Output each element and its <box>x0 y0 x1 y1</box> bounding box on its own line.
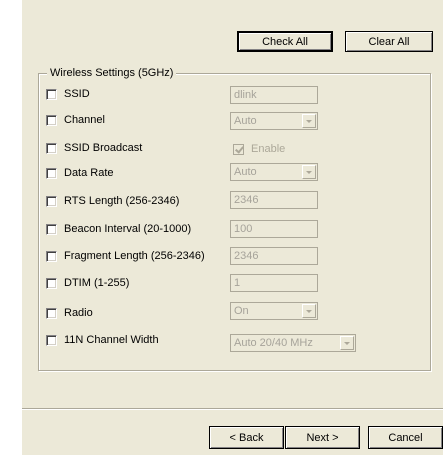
channel-value: Auto <box>234 115 257 127</box>
ssid-label: SSID <box>64 88 90 100</box>
check-icon <box>233 144 244 155</box>
group-title: Wireless Settings (5GHz) <box>47 67 177 79</box>
clear-all-button[interactable]: Clear All <box>345 31 433 52</box>
next-label: Next > <box>306 431 339 444</box>
cancel-button[interactable]: Cancel <box>368 426 443 449</box>
footer-separator <box>22 408 443 410</box>
channel-width-checkbox[interactable] <box>46 335 57 346</box>
chevron-down-icon[interactable] <box>302 304 316 318</box>
rts-length-input[interactable]: 2346 <box>230 191 318 209</box>
enable-checkbox[interactable]: Enable <box>233 142 313 158</box>
back-label: < Back <box>229 431 264 444</box>
dtim-input[interactable]: 1 <box>230 274 318 292</box>
check-all-button[interactable]: Check All <box>237 31 333 52</box>
fragment-length-label: Fragment Length (256-2346) <box>64 250 205 262</box>
channel-label: Channel <box>64 114 105 126</box>
radio-value: On <box>234 305 249 317</box>
dtim-label: DTIM (1-255) <box>64 277 130 289</box>
chevron-down-icon[interactable] <box>302 165 316 179</box>
rts-length-label: RTS Length (256-2346) <box>64 195 180 207</box>
ssid-input[interactable]: dlink <box>230 86 318 104</box>
radio-label: Radio <box>64 307 93 319</box>
data-rate-label: Data Rate <box>64 167 114 179</box>
cancel-label: Cancel <box>388 431 423 444</box>
channel-select[interactable]: Auto <box>230 112 318 130</box>
dtim-checkbox[interactable] <box>46 278 57 289</box>
data-rate-select[interactable]: Auto <box>230 163 318 181</box>
beacon-interval-input[interactable]: 100 <box>230 220 318 238</box>
fragment-length-checkbox[interactable] <box>46 251 57 262</box>
rts-length-checkbox[interactable] <box>46 196 57 207</box>
data-rate-checkbox[interactable] <box>46 168 57 179</box>
clear-all-label: Clear All <box>368 35 410 48</box>
fragment-length-input[interactable]: 2346 <box>230 247 318 265</box>
ssid-broadcast-label: SSID Broadcast <box>64 142 143 154</box>
radio-checkbox[interactable] <box>46 308 57 319</box>
channel-width-select[interactable]: Auto 20/40 MHz <box>230 334 356 352</box>
channel-width-label: 11N Channel Width <box>64 334 159 346</box>
channel-width-value: Auto 20/40 MHz <box>234 337 313 349</box>
ssid-checkbox[interactable] <box>46 89 57 100</box>
beacon-interval-checkbox[interactable] <box>46 224 57 235</box>
channel-checkbox[interactable] <box>46 115 57 126</box>
next-button[interactable]: Next > <box>285 426 360 449</box>
ssid-broadcast-checkbox[interactable] <box>46 143 57 154</box>
radio-select[interactable]: On <box>230 302 318 320</box>
data-rate-value: Auto <box>234 166 257 178</box>
enable-label: Enable <box>251 143 286 155</box>
chevron-down-icon[interactable] <box>302 114 316 128</box>
beacon-interval-label: Beacon Interval (20-1000) <box>64 223 192 235</box>
chevron-down-icon[interactable] <box>340 336 354 350</box>
check-all-label: Check All <box>262 35 308 48</box>
back-button[interactable]: < Back <box>209 426 284 449</box>
